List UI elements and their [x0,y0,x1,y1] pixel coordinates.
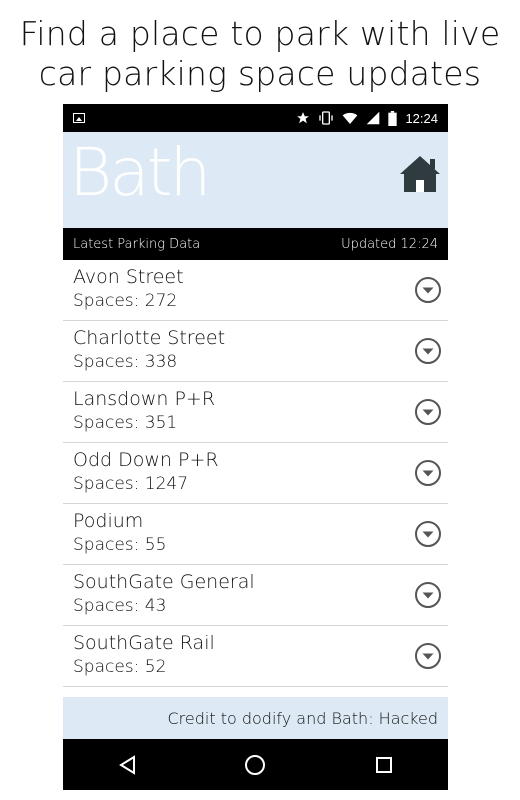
latest-data-label: Latest Parking Data [73,236,201,252]
car-park-spaces: Spaces: 55 [73,535,167,555]
status-bar: 12:24 [63,104,448,132]
car-park-name: Lansdown P+R [73,388,216,410]
promo-caption: Find a place to park with live car parki… [0,14,520,94]
car-park-spaces: Spaces: 52 [73,657,167,677]
car-park-row[interactable]: Avon Street Spaces: 272 [63,260,448,321]
car-park-row[interactable]: SouthGate General Spaces: 43 [63,565,448,626]
phone-screen: 12:24 Bath Latest Parking Data Updated 1… [63,104,448,790]
chevron-down-icon[interactable] [414,337,442,365]
credit-text: Credit to dodify and Bath: Hacked [167,708,439,728]
updated-label: Updated 12:24 [341,236,438,252]
info-bar: Latest Parking Data Updated 12:24 [63,228,448,260]
chevron-down-icon[interactable] [414,398,442,426]
car-park-name: Podium [73,510,144,532]
car-park-spaces: Spaces: 351 [73,413,178,433]
car-park-spaces: Spaces: 43 [73,596,167,616]
recents-button[interactable] [364,745,404,785]
signal-icon [367,111,380,125]
vibrate-icon [319,111,334,125]
car-park-spaces: Spaces: 338 [73,352,178,372]
chevron-down-icon[interactable] [414,520,442,548]
car-park-name: Avon Street [73,266,184,288]
promo-line-1: Find a place to park with live [19,14,501,53]
android-nav-bar [63,739,448,790]
home-circle-icon [245,754,266,775]
status-time: 12:24 [405,110,438,126]
car-park-name: SouthGate Rail [73,632,215,654]
bath-logo: Bath [69,134,211,211]
car-park-name: Odd Down P+R [73,449,219,471]
image-icon [73,113,85,123]
car-park-spaces: Spaces: 1247 [73,474,189,494]
back-icon [119,754,136,775]
star-icon [297,112,310,124]
chevron-down-icon[interactable] [414,581,442,609]
back-button[interactable] [107,745,147,785]
credit-footer: Credit to dodify and Bath: Hacked [63,697,448,739]
car-park-name: SouthGate General [73,571,255,593]
app-header: Bath [63,132,448,228]
car-park-list: Avon Street Spaces: 272 Charlotte Street Sp… [63,260,448,687]
chevron-down-icon[interactable] [414,276,442,304]
car-park-row[interactable]: Odd Down P+R Spaces: 1247 [63,443,448,504]
home-icon[interactable] [398,154,442,194]
promo-line-2: car parking space updates [38,54,482,93]
chevron-down-icon[interactable] [414,459,442,487]
car-park-row[interactable]: Podium Spaces: 55 [63,504,448,565]
chevron-down-icon[interactable] [414,642,442,670]
battery-icon [388,110,398,126]
wifi-icon [343,112,358,124]
car-park-spaces: Spaces: 272 [73,291,178,311]
car-park-name: Charlotte Street [73,327,226,349]
recents-icon [375,756,392,773]
car-park-row[interactable]: Lansdown P+R Spaces: 351 [63,382,448,443]
car-park-row[interactable]: Charlotte Street Spaces: 338 [63,321,448,382]
car-park-row[interactable]: SouthGate Rail Spaces: 52 [63,626,448,687]
home-nav-button[interactable] [235,745,275,785]
